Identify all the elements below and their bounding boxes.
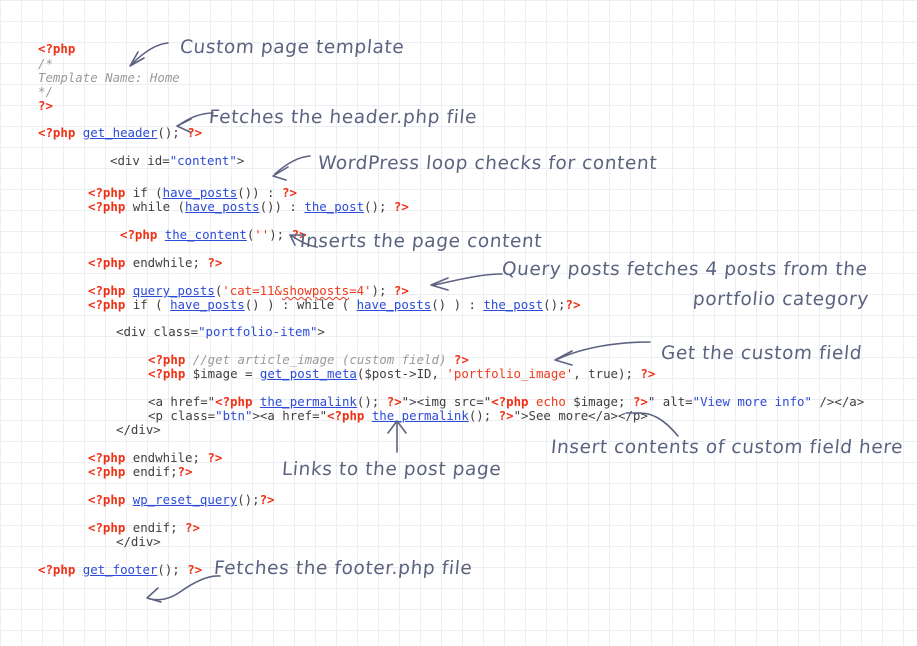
annotation-text: Fetches the header.php file xyxy=(208,107,479,128)
annotation-text: Custom page template xyxy=(179,37,406,58)
annotation-text: Get the custom field xyxy=(660,343,863,364)
annotated-code-screenshot: <?php/* Template Name: Home */?> <?php get_… xyxy=(0,0,917,646)
annotation-text: portfolio category xyxy=(692,289,870,310)
annotation-arrow-6 xyxy=(554,341,651,366)
annotation-text: Fetches the footer.php file xyxy=(213,558,474,579)
annotation-text: Query posts fetches 4 posts from the xyxy=(501,259,869,280)
annotation-arrow-7 xyxy=(625,412,679,437)
annotation-arrow-8 xyxy=(387,420,407,453)
annotation-arrow-3 xyxy=(272,155,311,181)
annotation-arrow-1 xyxy=(129,42,169,67)
annotation-text: WordPress loop checks for content xyxy=(317,153,659,174)
annotation-text: Inserts the page content xyxy=(299,231,544,252)
annotation-arrow-5 xyxy=(430,273,503,291)
annotation-text: Insert contents of custom field here xyxy=(550,437,905,458)
annotation-text: Links to the post page xyxy=(281,459,503,480)
handwritten-annotation-layer: Custom page template Fetches the header.p… xyxy=(0,0,917,646)
annotation-arrow-9 xyxy=(146,575,221,603)
